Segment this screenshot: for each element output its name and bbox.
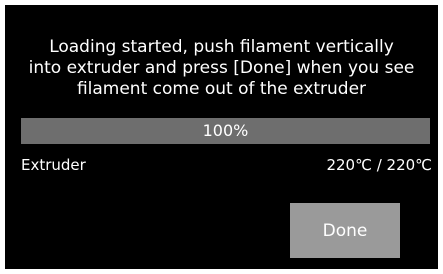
loading-progress-label: 100% bbox=[202, 121, 249, 140]
done-button[interactable]: Done bbox=[290, 203, 400, 258]
extruder-label: Extruder bbox=[21, 156, 86, 174]
extruder-temperature: 220℃ / 220℃ bbox=[326, 156, 432, 174]
instruction-line-2: into extruder and press [Done] when you … bbox=[28, 58, 415, 78]
instruction-line-3: filament come out of the extruder bbox=[76, 79, 367, 99]
instruction-line-1: Loading started, push filament verticall… bbox=[49, 37, 394, 57]
extruder-status-row: Extruder 220℃ / 220℃ bbox=[21, 154, 432, 176]
load-filament-screen: Loading started, push filament verticall… bbox=[5, 5, 438, 269]
instruction-message: Loading started, push filament verticall… bbox=[17, 37, 426, 100]
loading-progress-bar: 100% bbox=[21, 118, 430, 144]
